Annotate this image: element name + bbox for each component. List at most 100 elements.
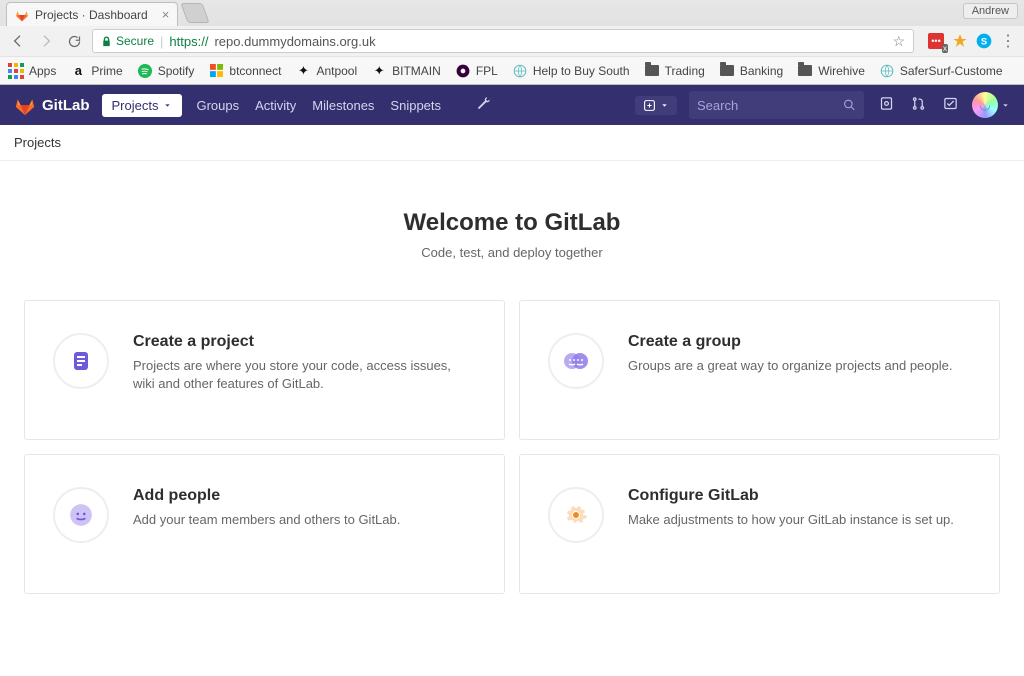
- reload-button[interactable]: [64, 31, 84, 51]
- url-host: repo.dummydomains.org.uk: [214, 34, 375, 49]
- group-icon: [548, 333, 604, 389]
- bookmark-label: Trading: [665, 64, 705, 78]
- admin-wrench-icon[interactable]: [473, 96, 493, 114]
- bookmark-bitmain[interactable]: ✦ BITMAIN: [371, 63, 441, 79]
- search-input[interactable]: [697, 98, 843, 113]
- lock-icon: [101, 36, 112, 47]
- merge-requests-icon[interactable]: [908, 96, 928, 114]
- breadcrumb-text: Projects: [14, 135, 61, 150]
- breadcrumb: Projects: [0, 125, 1024, 161]
- forward-button[interactable]: [36, 31, 56, 51]
- bookmark-antpool[interactable]: ✦ Antpool: [295, 63, 357, 79]
- bookmark-star-icon[interactable]: ☆: [892, 33, 905, 50]
- chevron-down-icon: [163, 101, 172, 110]
- new-tab-button[interactable]: [181, 3, 210, 23]
- card-title: Add people: [133, 487, 400, 505]
- gear-icon: [548, 487, 604, 543]
- nav-snippets[interactable]: Snippets: [388, 98, 443, 113]
- bookmark-fpl[interactable]: FPL: [455, 63, 498, 79]
- bookmarks-bar: Apps a Prime Spotify btconnect ✦ Antpool…: [0, 56, 1024, 84]
- bookmark-label: Spotify: [158, 64, 195, 78]
- bookmark-trading[interactable]: Trading: [644, 63, 705, 79]
- gitlab-favicon-icon: [15, 8, 29, 22]
- url-scheme: https://: [169, 34, 208, 49]
- menu-icon[interactable]: ⋮: [1000, 33, 1016, 49]
- extension-icons: •••x S ⋮: [928, 33, 1016, 49]
- chevron-down-icon: [1001, 101, 1010, 110]
- new-dropdown[interactable]: [635, 96, 677, 115]
- search-box[interactable]: [689, 91, 864, 119]
- tab-title: Projects · Dashboard: [35, 8, 148, 22]
- card-desc: Groups are a great way to organize proje…: [628, 357, 952, 375]
- close-icon[interactable]: ×: [162, 7, 170, 22]
- card-create-group[interactable]: Create a group Groups are a great way to…: [519, 300, 1000, 440]
- profile-chip[interactable]: Andrew: [963, 3, 1018, 19]
- folder-icon: [719, 63, 735, 79]
- microsoft-icon: [208, 63, 224, 79]
- bookmark-label: Help to Buy South: [533, 64, 630, 78]
- gitlab-navbar: GitLab Projects Groups Activity Mileston…: [0, 85, 1024, 125]
- bookmark-banking[interactable]: Banking: [719, 63, 783, 79]
- bookmark-label: SaferSurf-Custome: [900, 64, 1003, 78]
- bookmark-label: Wirehive: [818, 64, 865, 78]
- svg-text:S: S: [981, 36, 987, 46]
- bookmark-safersurf[interactable]: SaferSurf-Custome: [879, 63, 1003, 79]
- extension-icon[interactable]: •••x: [928, 33, 944, 49]
- bookmark-apps[interactable]: Apps: [8, 63, 56, 79]
- bookmark-label: FPL: [476, 64, 498, 78]
- nav-groups[interactable]: Groups: [194, 98, 241, 113]
- issues-icon[interactable]: [876, 96, 896, 114]
- brand[interactable]: GitLab: [14, 94, 90, 116]
- extension-icon[interactable]: [952, 33, 968, 49]
- content-scroll[interactable]: Projects Welcome to GitLab Code, test, a…: [0, 125, 1024, 676]
- globe-icon: [879, 63, 895, 79]
- bookmark-btconnect[interactable]: btconnect: [208, 63, 281, 79]
- tab-strip: Projects · Dashboard × Andrew: [0, 0, 1024, 26]
- secure-label: Secure: [116, 34, 154, 48]
- projects-dropdown[interactable]: Projects: [102, 94, 183, 117]
- spotify-icon: [137, 63, 153, 79]
- nav-milestones[interactable]: Milestones: [310, 98, 376, 113]
- todos-icon[interactable]: [940, 96, 960, 114]
- bookmark-label: Antpool: [316, 64, 357, 78]
- bookmark-helptobuy[interactable]: Help to Buy South: [512, 63, 630, 79]
- plus-icon: [643, 99, 656, 112]
- people-icon: [53, 487, 109, 543]
- nav-activity[interactable]: Activity: [253, 98, 298, 113]
- brand-text: GitLab: [42, 97, 90, 114]
- card-configure[interactable]: Configure GitLab Make adjustments to how…: [519, 454, 1000, 594]
- project-icon: [53, 333, 109, 389]
- page-subtitle: Code, test, and deploy together: [0, 245, 1024, 260]
- apps-icon: [8, 63, 24, 79]
- projects-label: Projects: [112, 98, 159, 113]
- card-add-people[interactable]: Add people Add your team members and oth…: [24, 454, 505, 594]
- address-bar[interactable]: Secure | https://repo.dummydomains.org.u…: [92, 29, 914, 53]
- user-menu[interactable]: ◡: [972, 92, 1010, 118]
- browser-chrome: Projects · Dashboard × Andrew Secure | h…: [0, 0, 1024, 85]
- card-create-project[interactable]: Create a project Projects are where you …: [24, 300, 505, 440]
- bookmark-label: Apps: [29, 64, 56, 78]
- back-button[interactable]: [8, 31, 28, 51]
- bookmark-prime[interactable]: a Prime: [70, 63, 122, 79]
- browser-tab[interactable]: Projects · Dashboard ×: [6, 2, 178, 26]
- bookmark-label: Banking: [740, 64, 783, 78]
- globe-icon: [512, 63, 528, 79]
- browser-toolbar: Secure | https://repo.dummydomains.org.u…: [0, 26, 1024, 56]
- bookmark-label: BITMAIN: [392, 64, 441, 78]
- card-title: Create a group: [628, 333, 952, 351]
- bookmark-spotify[interactable]: Spotify: [137, 63, 195, 79]
- amazon-icon: a: [70, 63, 86, 79]
- folder-icon: [797, 63, 813, 79]
- secure-badge: Secure: [101, 34, 154, 48]
- card-desc: Projects are where you store your code, …: [133, 357, 476, 393]
- card-desc: Make adjustments to how your GitLab inst…: [628, 511, 954, 529]
- bookmark-wirehive[interactable]: Wirehive: [797, 63, 865, 79]
- chevron-down-icon: [660, 101, 669, 110]
- gitlab-logo-icon: [14, 94, 36, 116]
- fpl-icon: [455, 63, 471, 79]
- skype-icon[interactable]: S: [976, 33, 992, 49]
- folder-icon: [644, 63, 660, 79]
- avatar-icon: ◡: [972, 92, 998, 118]
- card-desc: Add your team members and others to GitL…: [133, 511, 400, 529]
- bookmark-label: btconnect: [229, 64, 281, 78]
